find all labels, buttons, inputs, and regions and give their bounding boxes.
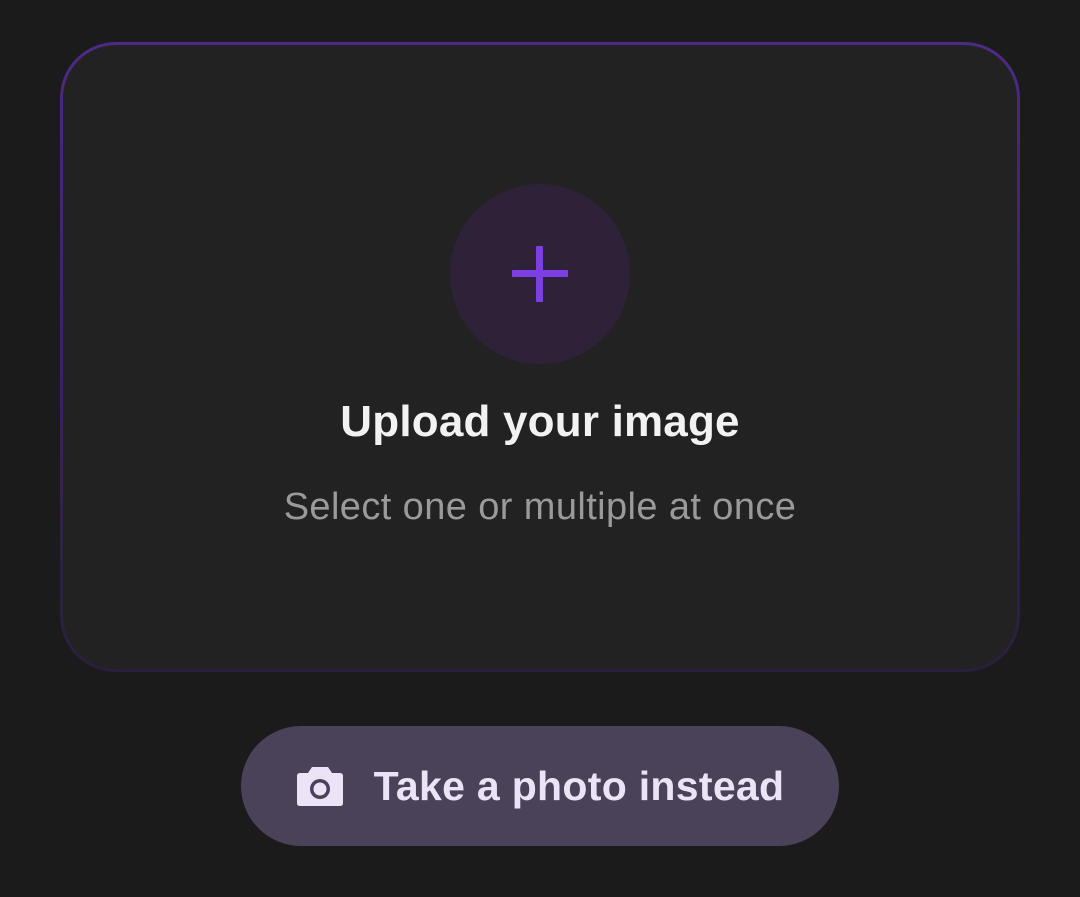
upload-screen: Upload your image Select one or multiple… bbox=[0, 0, 1080, 897]
take-photo-label: Take a photo instead bbox=[373, 762, 785, 809]
upload-dropzone[interactable]: Upload your image Select one or multiple… bbox=[60, 42, 1020, 672]
upload-subtitle: Select one or multiple at once bbox=[283, 486, 797, 528]
plus-icon bbox=[510, 244, 570, 304]
take-photo-button[interactable]: Take a photo instead bbox=[241, 726, 839, 846]
add-image-button[interactable] bbox=[450, 184, 630, 364]
upload-title: Upload your image bbox=[340, 397, 740, 446]
camera-icon bbox=[296, 765, 344, 807]
